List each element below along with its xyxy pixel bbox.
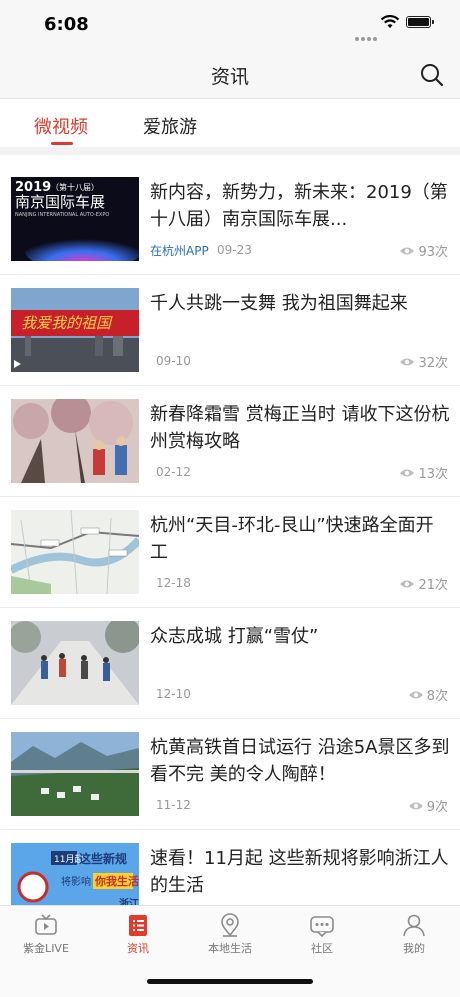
thumb-line4: 你我生活 bbox=[94, 874, 139, 888]
thumb-banner: 我爱我的祖国 bbox=[21, 314, 113, 332]
list-item[interactable]: 杭州“天目-环北-艮山”快速路全面开工 12-18 21次 bbox=[0, 497, 460, 608]
article-title: 速看！11月起 这些新规将影响浙江人的生活 bbox=[150, 848, 449, 896]
tab-label: 紫金LIVE bbox=[23, 942, 69, 955]
view-count: 32次 bbox=[399, 352, 448, 371]
active-tab-indicator bbox=[51, 142, 73, 145]
article-title: 杭州“天目-环北-艮山”快速路全面开工 bbox=[150, 515, 434, 563]
article-date: 09-23 bbox=[217, 243, 252, 257]
article-date: 12-10 bbox=[156, 687, 191, 701]
list-item[interactable]: 我爱我的祖国 千人共跳一支舞 我为祖国舞起来 09-10 32次 bbox=[0, 275, 460, 386]
thumb-main: 南京国际车展 bbox=[15, 193, 105, 211]
tab-local-life[interactable]: 本地生活 bbox=[184, 912, 276, 956]
view-count: 8次 bbox=[408, 685, 448, 704]
list-item[interactable]: 11月起 这些新规 将影响 你我生活 浙江 速看！11月起 这些新规将影响浙江人… bbox=[0, 830, 460, 905]
article-title: 新内容，新势力，新未来：2019（第十八届）南京国际车展... bbox=[150, 182, 448, 230]
view-count: 93次 bbox=[399, 241, 448, 260]
article-thumbnail: 2019 （第十八届） 南京国际车展 NANJING INTERNATIONAL… bbox=[11, 177, 139, 261]
view-count-label: 93次 bbox=[418, 245, 448, 260]
list-item[interactable]: 杭黄高铁首日试运行 沿途5A景区多到看不完 美的令人陶醉！ 11-12 9次 bbox=[0, 719, 460, 830]
article-thumbnail bbox=[11, 399, 139, 483]
status-time: 6:08 bbox=[44, 14, 89, 35]
tab-zijin-live[interactable]: 紫金LIVE bbox=[0, 912, 92, 956]
eye-icon bbox=[408, 691, 423, 698]
eye-icon bbox=[408, 802, 423, 809]
home-indicator bbox=[147, 979, 313, 984]
tab-label: 社区 bbox=[311, 942, 333, 955]
article-title: 杭黄高铁首日试运行 沿途5A景区多到看不完 美的令人陶醉！ bbox=[150, 737, 450, 785]
view-count: 9次 bbox=[408, 796, 448, 815]
eye-icon bbox=[400, 580, 415, 587]
tv-icon bbox=[35, 914, 57, 935]
view-count-label: 21次 bbox=[418, 578, 448, 593]
tab-mine[interactable]: 我的 bbox=[368, 912, 460, 956]
article-source: 在杭州APP bbox=[150, 244, 209, 258]
article-thumbnail bbox=[11, 510, 139, 594]
tab-label: 本地生活 bbox=[208, 942, 252, 955]
tab-label: 我的 bbox=[403, 942, 425, 955]
article-title: 新春降霜雪 赏梅正当时 请收下这份杭州赏梅攻略 bbox=[150, 404, 450, 452]
view-count-label: 8次 bbox=[426, 689, 448, 704]
article-date: 11-12 bbox=[156, 798, 191, 812]
tab-micro-video[interactable]: 微视频 bbox=[34, 113, 88, 139]
page-title: 资讯 bbox=[210, 66, 249, 88]
thumb-en: NANJING INTERNATIONAL AUTO-EXPO bbox=[15, 212, 109, 218]
view-count-label: 13次 bbox=[418, 467, 448, 482]
category-tabs: 微视频 爱旅游 bbox=[0, 99, 460, 147]
tab-travel[interactable]: 爱旅游 bbox=[143, 113, 197, 139]
person-icon bbox=[403, 914, 425, 937]
view-count-label: 9次 bbox=[426, 800, 448, 815]
article-title: 众志成城 打赢“雪仗” bbox=[150, 626, 319, 647]
tab-news[interactable]: 资讯 bbox=[92, 912, 184, 956]
article-thumbnail bbox=[11, 621, 139, 705]
wifi-icon bbox=[380, 15, 400, 28]
thumb-line3: 将影响 bbox=[61, 875, 91, 888]
article-list: 2019 （第十八届） 南京国际车展 NANJING INTERNATIONAL… bbox=[0, 155, 460, 905]
thumb-line2: 这些新规 bbox=[79, 851, 127, 866]
article-thumbnail bbox=[11, 732, 139, 816]
battery-icon bbox=[406, 16, 434, 28]
list-item[interactable]: 新春降霜雪 赏梅正当时 请收下这份杭州赏梅攻略 02-12 13次 bbox=[0, 386, 460, 497]
search-icon[interactable] bbox=[419, 62, 445, 88]
tab-label: 资讯 bbox=[127, 942, 149, 955]
news-list-icon bbox=[129, 915, 147, 936]
tab-community[interactable]: 社区 bbox=[276, 912, 368, 956]
article-thumbnail: 11月起 这些新规 将影响 你我生活 浙江 bbox=[11, 843, 139, 905]
thumb-sub: （第十八届） bbox=[51, 182, 99, 192]
chat-bubble-icon bbox=[310, 916, 334, 938]
signal-dots-icon bbox=[355, 26, 379, 45]
view-count: 13次 bbox=[399, 463, 448, 482]
view-count: 21次 bbox=[399, 574, 448, 593]
thumb-corner: 浙江 bbox=[119, 897, 139, 905]
eye-icon bbox=[400, 247, 415, 254]
article-date: 09-10 bbox=[156, 354, 191, 368]
eye-icon bbox=[400, 358, 415, 365]
status-bar: 6:08 bbox=[0, 0, 460, 50]
location-pin-icon bbox=[221, 913, 239, 937]
eye-icon bbox=[400, 469, 415, 476]
article-date: 12-18 bbox=[156, 576, 191, 590]
list-item[interactable]: 众志成城 打赢“雪仗” 12-10 8次 bbox=[0, 608, 460, 719]
article-thumbnail: 我爱我的祖国 bbox=[11, 288, 139, 372]
list-item[interactable]: 2019 （第十八届） 南京国际车展 NANJING INTERNATIONAL… bbox=[0, 164, 460, 275]
view-count-label: 32次 bbox=[418, 356, 448, 371]
article-title: 千人共跳一支舞 我为祖国舞起来 bbox=[150, 293, 408, 314]
article-date: 02-12 bbox=[156, 465, 191, 479]
nav-bar: 资讯 bbox=[0, 50, 460, 99]
